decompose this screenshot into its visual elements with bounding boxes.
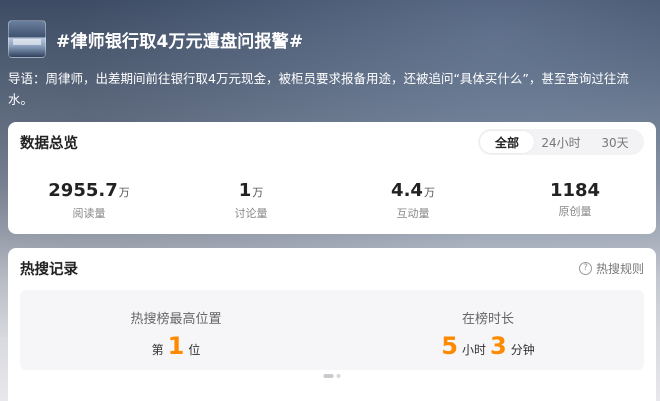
stat-discussions-value: 1 xyxy=(238,180,252,201)
topic-title: #律师银行取4万元遭盘问报警# xyxy=(56,31,304,52)
top-position-block: 热搜榜最高位置 第 1 位 xyxy=(20,290,332,370)
stats-row: 2955.7万 阅读量 1万 讨论量 4.4万 互动量 1184 原创量 xyxy=(8,180,656,221)
hot-search-rules-label: 热搜规则 xyxy=(595,261,644,276)
stat-reads-value: 2955.7 xyxy=(48,180,118,201)
hot-search-panel: 热搜榜最高位置 第 1 位 在榜时长 5 小时 3 分钟 xyxy=(20,290,644,370)
stat-interactions-unit: 万 xyxy=(423,186,435,199)
stat-discussions: 1万 讨论量 xyxy=(170,180,332,221)
top-position-label: 热搜榜最高位置 xyxy=(130,312,222,327)
topic-intro: 导语：周律师，出差期间前往银行取4万元现金，被柜员要求报备用途，还被追问“具体买… xyxy=(8,71,629,107)
top-position-suffix: 位 xyxy=(188,343,201,357)
question-circle-icon: ? xyxy=(578,261,592,275)
carousel-dot-active[interactable] xyxy=(323,374,334,378)
tab-24h[interactable]: 24小时 xyxy=(534,131,588,153)
hot-search-header: 热搜记录 ? 热搜规则 xyxy=(20,248,644,288)
stat-reads: 2955.7万 阅读量 xyxy=(8,180,170,221)
overview-header: 数据总览 全部 24小时 30天 xyxy=(20,122,644,162)
stat-discussions-label: 讨论量 xyxy=(234,207,268,220)
stat-interactions: 4.4万 互动量 xyxy=(332,180,494,221)
overview-card: 数据总览 全部 24小时 30天 2955.7万 阅读量 1万 讨论量 4.4万… xyxy=(8,122,656,234)
stat-discussions-unit: 万 xyxy=(252,186,264,199)
hot-search-card: 热搜记录 ? 热搜规则 热搜榜最高位置 第 1 位 在榜时长 5 小时 3 分钟 xyxy=(8,248,656,401)
tab-30d[interactable]: 30天 xyxy=(588,131,642,153)
stat-reads-label: 阅读量 xyxy=(72,207,106,220)
hot-search-rules-link[interactable]: ? 热搜规则 xyxy=(578,260,644,277)
duration-hours-unit: 小时 xyxy=(461,343,486,357)
duration-block: 在榜时长 5 小时 3 分钟 xyxy=(332,290,644,370)
overview-title: 数据总览 xyxy=(20,135,78,152)
duration-hours: 5 xyxy=(441,332,458,360)
stat-originals-value: 1184 xyxy=(549,180,601,201)
stat-originals-label: 原创量 xyxy=(558,205,592,218)
stat-reads-unit: 万 xyxy=(118,186,130,199)
duration-label: 在榜时长 xyxy=(461,312,514,327)
topic-header: #律师银行取4万元遭盘问报警# xyxy=(8,18,652,60)
stat-interactions-value: 4.4 xyxy=(391,180,423,201)
duration-minutes: 3 xyxy=(490,332,507,360)
top-position-value: 1 xyxy=(167,332,185,360)
duration-minutes-unit: 分钟 xyxy=(510,343,535,357)
hot-search-title: 热搜记录 xyxy=(20,261,78,278)
time-range-tabs: 全部 24小时 30天 xyxy=(478,129,644,155)
tab-all[interactable]: 全部 xyxy=(480,131,534,153)
topic-thumbnail[interactable] xyxy=(8,20,46,58)
top-position-prefix: 第 xyxy=(151,343,164,357)
stat-originals: 1184 原创量 xyxy=(494,180,656,221)
carousel-dot[interactable] xyxy=(336,374,341,378)
carousel-indicator xyxy=(323,374,341,378)
stat-interactions-label: 互动量 xyxy=(396,207,430,220)
